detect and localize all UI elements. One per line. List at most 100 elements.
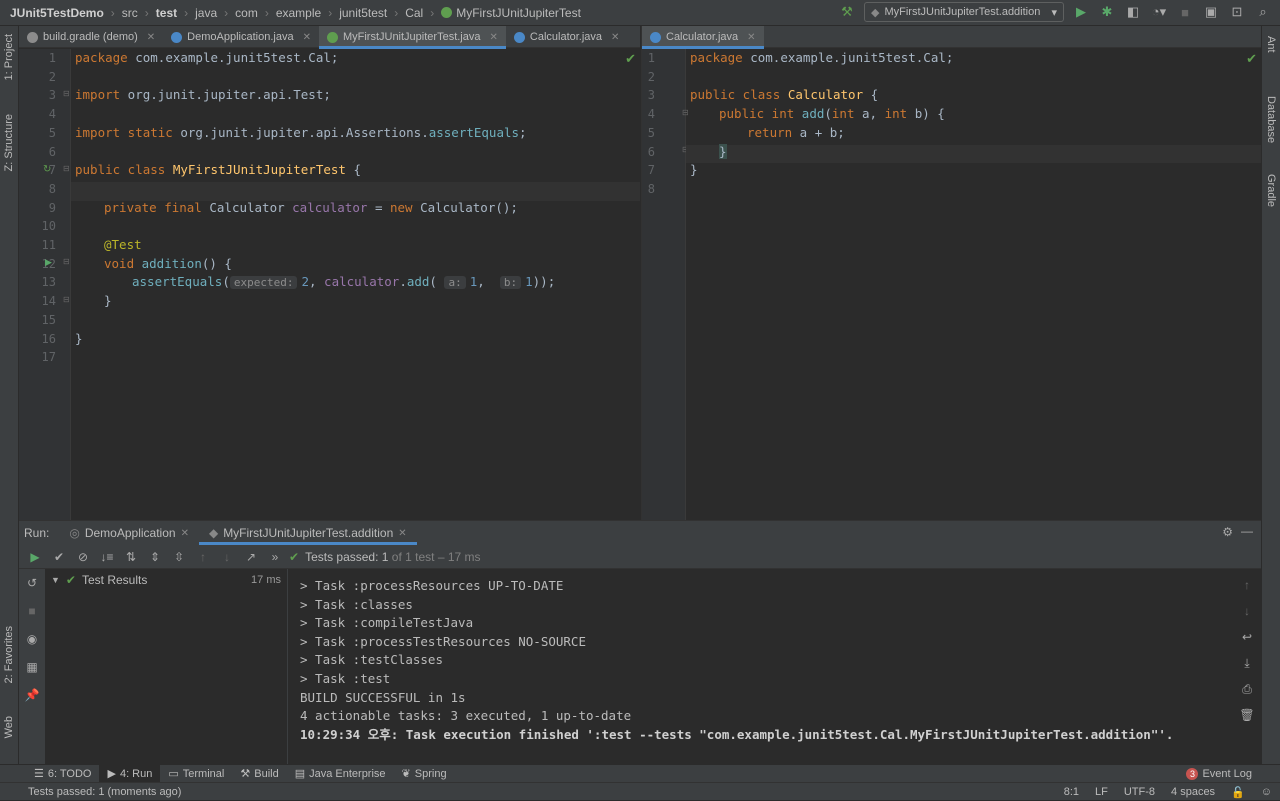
breadcrumb-project[interactable]: JUnit5TestDemo (10, 6, 104, 20)
tab-demo-application[interactable]: DemoApplication.java ✕ (163, 26, 319, 48)
previous-failed-icon[interactable]: ↑ (193, 547, 213, 567)
status-bar: Tests passed: 1 (moments ago) 8:1 LF UTF… (0, 782, 1280, 800)
gradle-tool-tab[interactable]: Gradle (1265, 174, 1277, 207)
close-icon[interactable]: ✕ (181, 528, 189, 539)
breadcrumb-cal[interactable]: Cal (405, 6, 423, 20)
indent-setting[interactable]: 4 spaces (1171, 786, 1215, 798)
build-tab[interactable]: ⚒ Build (232, 765, 286, 783)
inspector-icon[interactable]: ☺ (1261, 786, 1272, 798)
build-hammer-icon[interactable]: ⚒ (838, 3, 856, 21)
close-icon[interactable]: ✕ (147, 32, 155, 43)
run-tab-demo-application[interactable]: ◎ DemoApplication ✕ (59, 521, 199, 545)
todo-tab[interactable]: ☰ 6: TODO (26, 765, 99, 783)
event-log-tab[interactable]: 3 Event Log (1178, 765, 1260, 783)
console-line: BUILD SUCCESSFUL in 1s (300, 689, 466, 705)
run-config-label: MyFirstJUnitJupiterTest.addition (884, 6, 1041, 18)
spring-label: Spring (414, 767, 447, 780)
code-line: return a + b; (747, 124, 845, 140)
breadcrumb-class[interactable]: MyFirstJUnitJupiterTest (456, 6, 581, 20)
terminal-tab[interactable]: ▭ Terminal (160, 765, 232, 783)
status-message[interactable]: Tests passed: 1 (moments ago) (28, 786, 181, 798)
code-area-left[interactable]: package com.example.junit5test.Cal; impo… (71, 49, 640, 520)
breadcrumb-junit5test[interactable]: junit5test (339, 6, 387, 20)
close-icon[interactable]: ✕ (611, 32, 619, 43)
next-failed-icon[interactable]: ↓ (217, 547, 237, 567)
fold-icon[interactable]: ⊟ (63, 257, 70, 266)
close-icon[interactable]: ✕ (747, 32, 755, 43)
coverage-icon[interactable]: ◧ (1124, 3, 1142, 21)
database-tool-tab[interactable]: Database (1265, 96, 1277, 143)
profile-icon[interactable]: ◔▾ (1150, 3, 1168, 21)
expand-all-icon[interactable]: ⇕ (145, 547, 165, 567)
scroll-to-end-icon[interactable]: ⤓ (1237, 653, 1257, 673)
spring-tab[interactable]: ❦ Spring (394, 765, 455, 783)
line-separator[interactable]: LF (1095, 786, 1108, 798)
breadcrumb-src[interactable]: src (122, 6, 138, 20)
sort-duration-icon[interactable]: ⇅ (121, 547, 141, 567)
close-icon[interactable]: ✕ (303, 32, 311, 43)
export-icon[interactable]: ↗ (241, 547, 261, 567)
code-line: assertEquals(expected: 2, calculator.add(… (132, 274, 556, 290)
stop-icon[interactable]: ■ (22, 601, 42, 621)
more-icon[interactable]: » (265, 547, 285, 567)
line-number: 15 (41, 312, 56, 327)
eye-icon[interactable]: ◉ (22, 629, 42, 649)
sort-alpha-icon[interactable]: ↓≡ (97, 547, 117, 567)
collapse-all-icon[interactable]: ⇳ (169, 547, 189, 567)
search-icon[interactable]: ⌕ (1254, 3, 1272, 21)
project-structure-icon[interactable]: ▣ (1202, 3, 1220, 21)
tab-calculator[interactable]: Calculator.java ✕ (506, 26, 628, 48)
caret-position[interactable]: 8:1 (1064, 786, 1079, 798)
presentation-icon[interactable]: ⊡ (1228, 3, 1246, 21)
code-area-right[interactable]: package com.example.junit5test.Cal; publ… (686, 49, 1261, 520)
pin-icon[interactable]: 📌 (22, 685, 42, 705)
chevron-down-icon[interactable]: ▼ (51, 575, 60, 585)
show-ignored-icon[interactable]: ⊘ (73, 547, 93, 567)
stop-icon[interactable]: ■ (1176, 3, 1194, 21)
minimize-icon[interactable]: — (1241, 524, 1253, 538)
structure-tool-tab[interactable]: Z: Structure (3, 114, 15, 171)
fold-icon[interactable]: ⊟ (63, 295, 70, 304)
ant-tool-tab[interactable]: Ant (1265, 36, 1277, 53)
fold-icon[interactable]: ⊟ (63, 89, 70, 98)
down-arrow-icon[interactable]: ↓ (1237, 601, 1257, 621)
navigation-bar: JUnit5TestDemo › src › test › java › com › ex… (0, 0, 1280, 26)
run-test-class-icon[interactable]: ↻ (43, 164, 51, 175)
close-icon[interactable]: ✕ (398, 528, 406, 539)
lock-icon[interactable]: 🔓 (1231, 786, 1245, 799)
show-passed-icon[interactable]: ✔ (49, 547, 69, 567)
gear-icon[interactable]: ⚙ (1222, 525, 1233, 539)
favorites-tool-tab[interactable]: 2: Favorites (3, 626, 15, 683)
run-tab-test-addition[interactable]: ◆ MyFirstJUnitJupiterTest.addition ✕ (198, 521, 417, 545)
breadcrumb-test[interactable]: test (156, 6, 177, 20)
print-icon[interactable]: ⎙ (1237, 679, 1257, 699)
layout-icon[interactable]: ▦ (22, 657, 42, 677)
terminal-label: Terminal (182, 767, 225, 780)
web-tool-tab[interactable]: Web (3, 716, 15, 738)
tab-calculator[interactable]: Calculator.java ✕ (642, 26, 764, 49)
tab-label: Calculator.java (666, 31, 739, 43)
run-test-method-icon[interactable]: ▶ (45, 257, 52, 268)
test-results-row[interactable]: ▼ ✔ Test Results 17 ms (45, 571, 287, 589)
project-tool-tab[interactable]: 1: Project (3, 34, 15, 80)
java-enterprise-tab[interactable]: ▤ Java Enterprise (287, 765, 394, 783)
breadcrumb-com[interactable]: com (235, 6, 258, 20)
tab-build-gradle[interactable]: build.gradle (demo) ✕ (19, 26, 163, 48)
trash-icon[interactable]: 🗑 (1237, 705, 1257, 725)
rerun-failed-icon[interactable]: ↺ (22, 573, 42, 593)
debug-icon[interactable]: ✱ (1098, 3, 1116, 21)
run-icon[interactable]: ▶ (1072, 3, 1090, 21)
run-configuration-select[interactable]: ◆ MyFirstJUnitJupiterTest.addition ▾ (864, 2, 1064, 22)
tab-my-first-junit-jupiter-test[interactable]: MyFirstJUnitJupiterTest.java ✕ (318, 26, 506, 49)
fold-icon[interactable]: ⊟ (63, 164, 70, 173)
breadcrumb-java[interactable]: java (195, 6, 217, 20)
inspection-ok-icon[interactable]: ✔ (1246, 51, 1257, 67)
file-encoding[interactable]: UTF-8 (1124, 786, 1155, 798)
breadcrumb-example[interactable]: example (276, 6, 321, 20)
rerun-icon[interactable]: ▶ (25, 547, 45, 567)
console-output[interactable]: > Task :processResources UP-TO-DATE > Ta… (295, 569, 1231, 764)
run-tab[interactable]: ▶ 4: Run (99, 764, 161, 783)
soft-wrap-icon[interactable]: ↩ (1237, 627, 1257, 647)
up-arrow-icon[interactable]: ↑ (1237, 575, 1257, 595)
close-icon[interactable]: ✕ (490, 32, 498, 43)
